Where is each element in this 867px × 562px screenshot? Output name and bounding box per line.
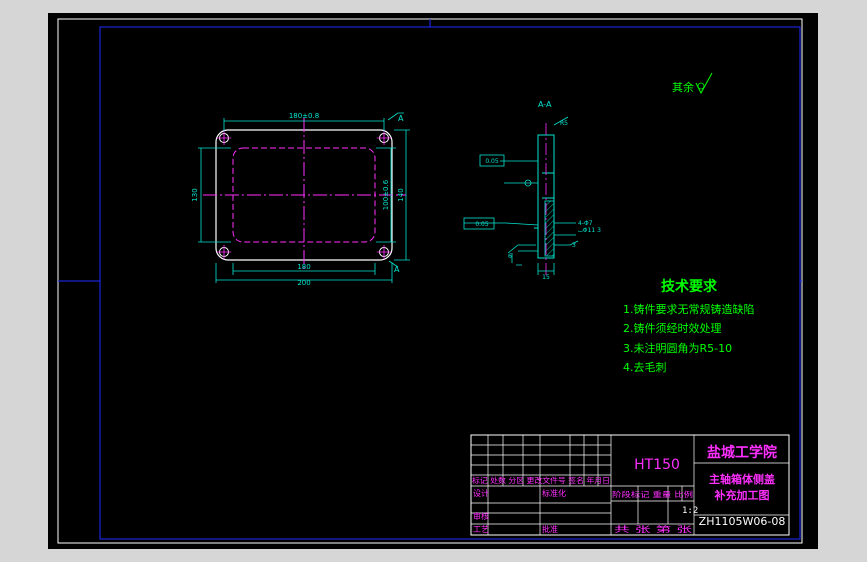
tech-requirements: 技术要求 1.铸件要求无常规铸造缺陷 2.铸件须经时效处理 3.未注明圆角为R5… <box>623 278 755 374</box>
section-tol-1: 0.05 <box>485 158 499 165</box>
dim-width-top: 180±0.8 <box>289 112 319 120</box>
section-dim-right-1: 4-Φ7 <box>578 220 593 227</box>
tech-item-1: 1.铸件要求无常规铸造缺陷 <box>623 302 755 316</box>
tech-item-4: 4.去毛刺 <box>623 361 667 374</box>
section-dim-left: 6 <box>508 253 512 260</box>
section-dim-right-2: ⌴Φ11 3 <box>578 227 601 234</box>
section-marker-top: A <box>398 114 404 123</box>
section-marker-bottom: A <box>394 265 400 274</box>
process-label: 工艺 <box>473 525 489 534</box>
approve-label: 批准 <box>542 524 558 534</box>
section-view: A-A 0.05 0.05 R5 4-Φ7 ⌴Φ11 3 3 15 6 <box>463 100 601 281</box>
roughness-text: 其余 <box>672 80 694 94</box>
roughness-note: 其余 <box>672 72 713 95</box>
cad-drawing: 180±0.8 130 100±0.6 140 180 200 A A A-A … <box>57 18 803 544</box>
scale-value: 1:2 <box>682 506 698 516</box>
title-block: HT150 盐城工学院 主轴箱体侧盖 补充加工图 标记 处数 分区 更改文件号 … <box>470 434 790 536</box>
roughness-symbol-icon <box>695 72 713 95</box>
section-dim-bottom: 15 <box>542 274 550 281</box>
dim-width-bottom-2: 200 <box>297 279 310 287</box>
material: HT150 <box>634 457 680 473</box>
drawing-number: ZH1105W06-08 <box>699 515 786 528</box>
section-dim-top: R5 <box>560 120 568 127</box>
front-view: 180±0.8 130 100±0.6 140 180 200 A A <box>191 112 410 287</box>
dim-height-right-1: 100±0.6 <box>382 179 390 210</box>
section-dim-right-3: 3 <box>572 242 576 249</box>
section-title: A-A <box>538 100 552 109</box>
dim-height-left: 130 <box>191 188 199 201</box>
stage-header: 阶段标记 重量 比例 <box>612 489 693 499</box>
dim-width-bottom-1: 180 <box>297 263 310 271</box>
standardize-label: 标准化 <box>542 488 566 498</box>
part-name-2: 补充加工图 <box>714 488 770 502</box>
school-name: 盐城工学院 <box>707 444 777 461</box>
drawing-canvas: 180±0.8 130 100±0.6 140 180 200 A A A-A … <box>48 13 818 549</box>
tech-item-2: 2.铸件须经时效处理 <box>623 321 722 335</box>
review-label: 审核 <box>473 511 489 521</box>
dim-height-right-2: 140 <box>397 188 405 201</box>
section-tol-2: 0.05 <box>475 221 489 228</box>
tech-title: 技术要求 <box>661 278 718 295</box>
design-label: 设计 <box>473 488 489 498</box>
part-name-1: 主轴箱体侧盖 <box>709 472 775 486</box>
section-dim-lines <box>464 116 579 275</box>
header-row: 标记 处数 分区 更改文件号 签名 年月日 <box>472 475 610 485</box>
sheets-label: 共 张 第 张 <box>614 524 692 534</box>
tech-item-3: 3.未注明圆角为R5-10 <box>623 341 732 355</box>
roughness-circle-icon <box>697 82 705 90</box>
